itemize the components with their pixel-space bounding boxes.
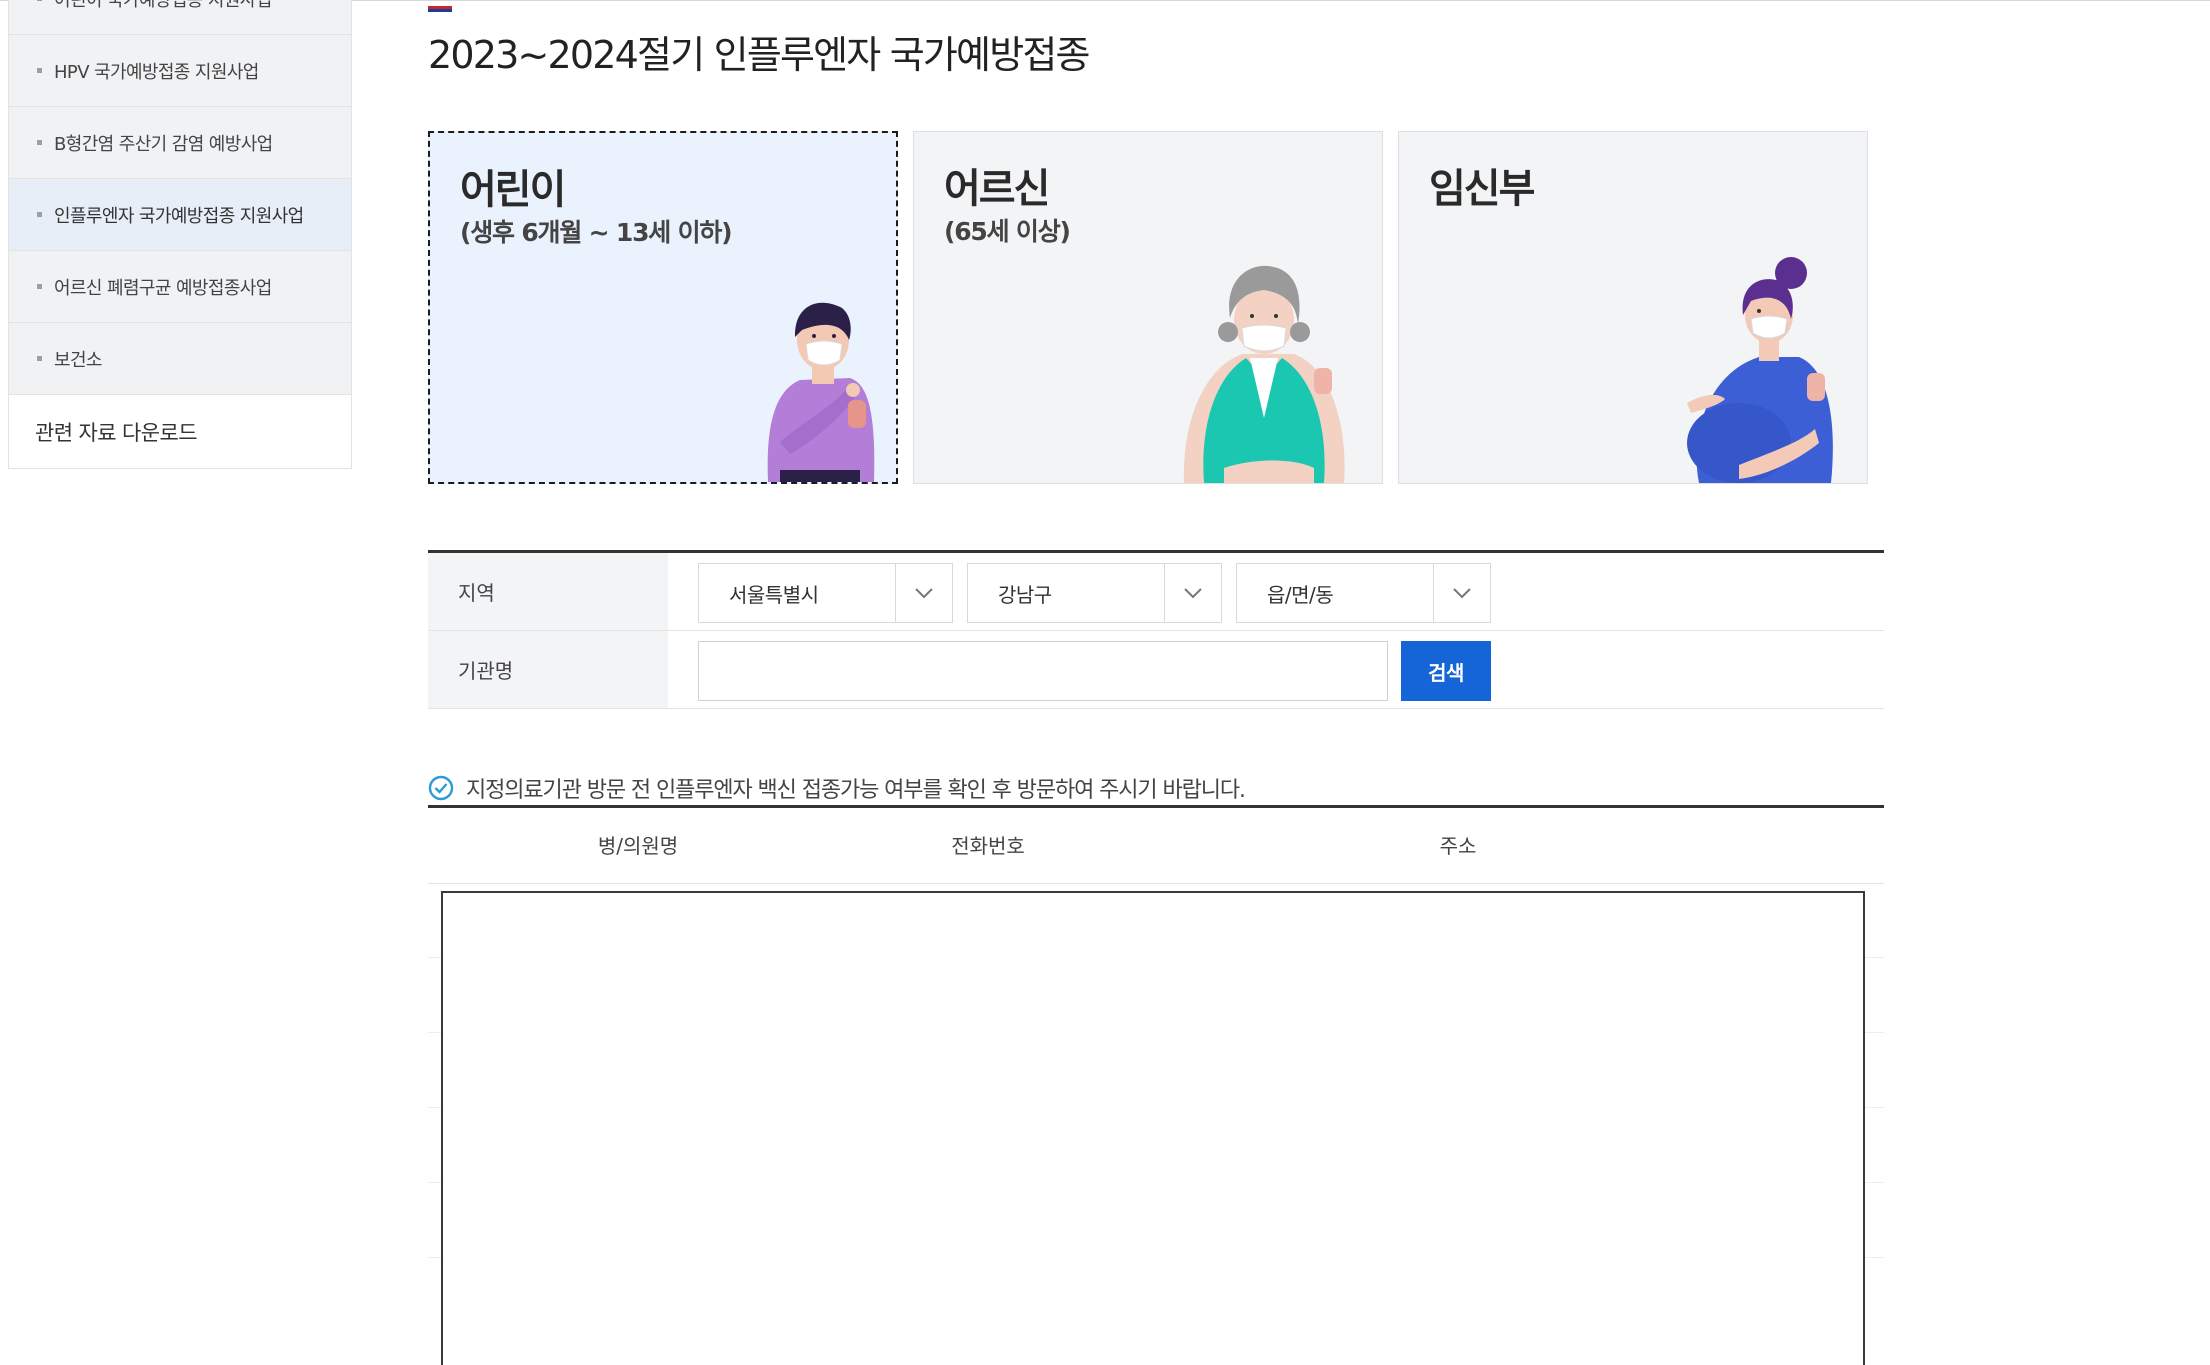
notice: 지정의료기관 방문 전 인플루엔자 백신 접종가능 여부를 확인 후 방문하여 … <box>428 770 1884 806</box>
sidebar-item-label: 어르신 폐렴구균 예방접종사업 <box>54 277 272 299</box>
card-title: 어르신 <box>944 166 1050 212</box>
region-label: 지역 <box>428 553 668 630</box>
region-city-select[interactable]: 서울특별시 <box>698 563 953 623</box>
child-vaccination-illustration-icon <box>767 302 875 482</box>
sidebar-item-pneumococcal[interactable]: 어르신 폐렴구균 예방접종사업 <box>9 251 351 323</box>
card-seniors[interactable]: 어르신 (65세 이상) <box>913 131 1383 484</box>
sidebar-download-link[interactable]: 관련 자료 다운로드 <box>9 396 351 468</box>
region-row: 지역 서울특별시 강남구 읍/면/동 <box>428 553 1884 631</box>
chevron-down-icon <box>1433 564 1490 622</box>
card-children[interactable]: 어린이 (생후 6개월 ~ 13세 이하) <box>428 131 898 484</box>
select-value: 강남구 <box>998 582 1052 607</box>
sidebar-item-influenza[interactable]: 인플루엔자 국가예방접종 지원사업 <box>9 179 351 251</box>
senior-vaccination-illustration-icon <box>1183 265 1345 483</box>
sidebar: 어린이 국가예방접종 지원사업 HPV 국가예방접종 지원사업 B형간염 주산기… <box>8 0 352 469</box>
sidebar-item-label: 어린이 국가예방접종 지원사업 <box>54 0 272 11</box>
bullet-icon <box>37 356 42 361</box>
bullet-icon <box>37 68 42 73</box>
sidebar-item-label: 인플루엔자 국가예방접종 지원사업 <box>54 205 304 227</box>
card-title: 어린이 <box>460 167 566 213</box>
column-header-phone: 전화번호 <box>951 833 1025 858</box>
card-subtitle: (65세 이상) <box>944 217 1071 246</box>
search-form: 지역 서울특별시 강남구 읍/면/동 기관명 검색 <box>428 550 1884 709</box>
bullet-icon <box>37 284 42 289</box>
notice-text: 지정의료기관 방문 전 인플루엔자 백신 접종가능 여부를 확인 후 방문하여 … <box>466 778 1246 803</box>
card-title: 임신부 <box>1429 166 1535 212</box>
sidebar-item-label: 보건소 <box>54 349 102 371</box>
flag-icon <box>428 6 452 12</box>
bullet-icon <box>37 140 42 145</box>
select-value: 읍/면/동 <box>1267 582 1334 607</box>
chevron-down-icon <box>1164 564 1221 622</box>
pregnant-vaccination-illustration-icon <box>1687 257 1833 483</box>
sidebar-item-hepatitis-b[interactable]: B형간염 주산기 감염 예방사업 <box>9 107 351 179</box>
column-header-name: 병/의원명 <box>597 833 679 858</box>
institution-label: 기관명 <box>428 631 668 708</box>
sidebar-item-label: B형간염 주산기 감염 예방사업 <box>54 133 273 155</box>
card-subtitle: (생후 6개월 ~ 13세 이하) <box>460 218 733 247</box>
sidebar-item-child-vaccination[interactable]: 어린이 국가예방접종 지원사업 <box>9 0 351 35</box>
results-table: 병/의원명 전화번호 주소 <box>428 805 1884 1258</box>
institution-name-input[interactable] <box>698 641 1388 701</box>
card-pregnant[interactable]: 임신부 <box>1398 131 1868 484</box>
bullet-icon <box>37 0 42 1</box>
page: 어린이 국가예방접종 지원사업 HPV 국가예방접종 지원사업 B형간염 주산기… <box>0 0 2210 1365</box>
chevron-down-icon <box>895 564 952 622</box>
sidebar-item-label: HPV 국가예방접종 지원사업 <box>54 61 259 83</box>
results-header: 병/의원명 전화번호 주소 <box>428 805 1884 884</box>
region-district-select[interactable]: 강남구 <box>967 563 1222 623</box>
bullet-icon <box>37 212 42 217</box>
results-frame[interactable] <box>441 891 1865 1365</box>
sidebar-item-hpv[interactable]: HPV 국가예방접종 지원사업 <box>9 35 351 107</box>
select-value: 서울특별시 <box>729 582 819 607</box>
page-title: 2023~2024절기 인플루엔자 국가예방접종 <box>428 33 1091 77</box>
region-town-select[interactable]: 읍/면/동 <box>1236 563 1491 623</box>
column-header-address: 주소 <box>1439 833 1477 858</box>
sidebar-item-health-center[interactable]: 보건소 <box>9 323 351 395</box>
search-button[interactable]: 검색 <box>1401 641 1491 701</box>
institution-row: 기관명 검색 <box>428 631 1884 709</box>
check-circle-icon <box>428 775 454 801</box>
